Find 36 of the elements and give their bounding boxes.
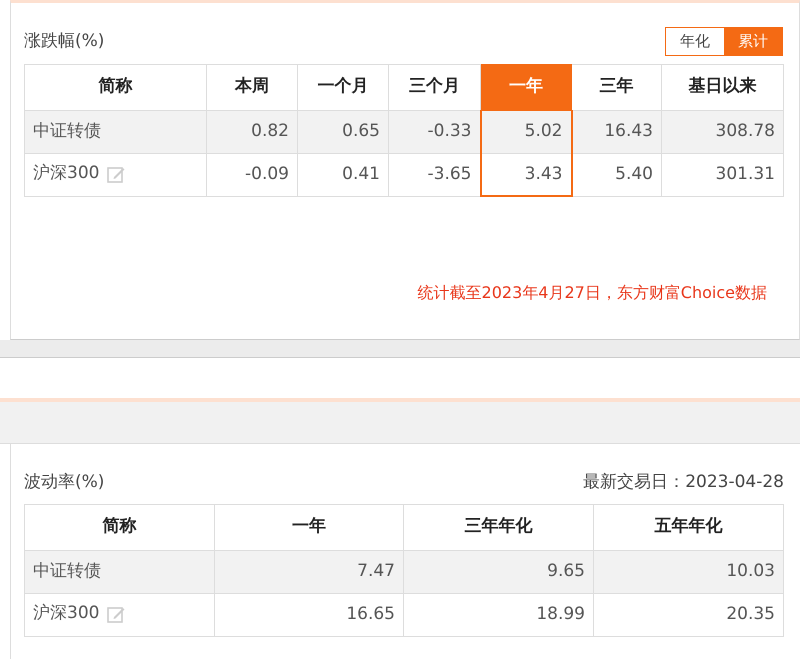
column-header: 三年 xyxy=(572,64,662,110)
table-cell: 10.03 xyxy=(594,550,784,593)
table-cell: 7.47 xyxy=(214,550,404,593)
latest-trading-date: 最新交易日：2023-04-28 xyxy=(583,471,784,494)
table-cell: 5.40 xyxy=(572,153,662,196)
column-header: 三年年化 xyxy=(404,504,594,550)
section-title: 涨跌幅(%) xyxy=(24,30,104,52)
table-cell: 20.35 xyxy=(594,593,784,636)
column-header: 三个月 xyxy=(388,64,480,110)
section-title: 波动率(%) xyxy=(24,471,104,494)
row-name: 沪深300 xyxy=(33,602,100,623)
column-header: 简称 xyxy=(24,64,206,110)
column-header: 一年 xyxy=(214,504,404,550)
row-name: 中证转债 xyxy=(33,120,101,141)
table-cell: -0.09 xyxy=(206,153,298,196)
column-header: 简称 xyxy=(24,504,214,550)
table-cell: 308.78 xyxy=(662,110,784,153)
table-cell: 16.65 xyxy=(214,593,404,636)
table-cell: 0.82 xyxy=(206,110,298,153)
column-header: 五年年化 xyxy=(594,504,784,550)
column-header: 基日以来 xyxy=(662,64,784,110)
column-header: 本周 xyxy=(206,64,298,110)
column-header: 一个月 xyxy=(298,64,388,110)
table-cell: 16.43 xyxy=(572,110,662,153)
table-cell: -0.33 xyxy=(388,110,480,153)
table-cell: 3.43 xyxy=(480,153,572,196)
table-cell: 301.31 xyxy=(662,153,784,196)
table-cell: 5.02 xyxy=(480,110,572,153)
table-cell: 18.99 xyxy=(404,593,594,636)
row-name: 中证转债 xyxy=(33,560,101,581)
row-name: 沪深300 xyxy=(33,162,100,183)
table-cell: 0.41 xyxy=(298,153,388,196)
table-cell: 9.65 xyxy=(404,550,594,593)
data-source-note: 统计截至2023年4月27日，东方财富Choice数据 xyxy=(416,282,768,304)
table-cell: 0.65 xyxy=(298,110,388,153)
column-header: 一年 xyxy=(480,64,572,110)
